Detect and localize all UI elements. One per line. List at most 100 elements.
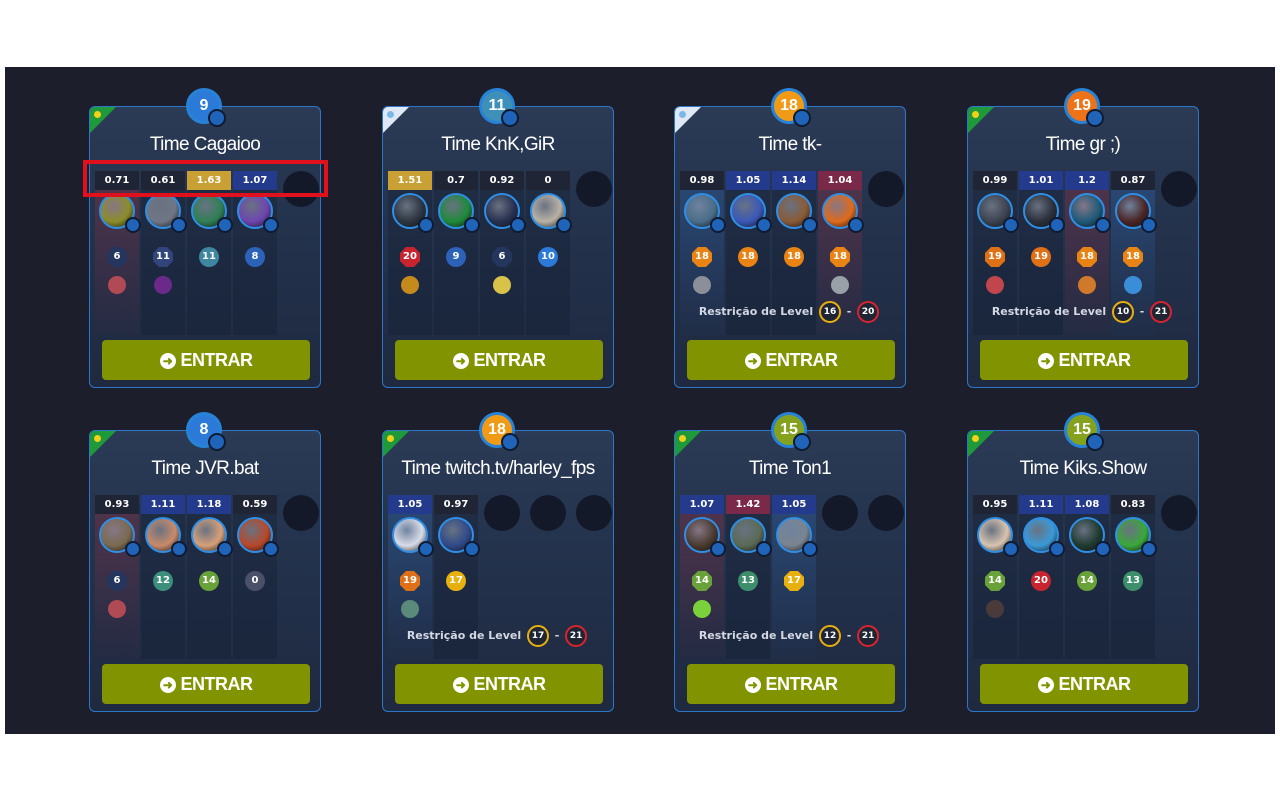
- verified-icon: [464, 541, 480, 557]
- player-slot[interactable]: 0.95 14: [973, 495, 1019, 659]
- player-kd-score: 1.05: [388, 495, 432, 514]
- player-level-icon: 13: [1123, 571, 1143, 591]
- player-slot[interactable]: 1.51 20: [388, 171, 434, 335]
- verified-icon: [848, 217, 864, 233]
- player-kd-score: 0.95: [973, 495, 1017, 514]
- enter-button[interactable]: ➜ ENTRAR: [102, 664, 310, 704]
- player-kd-score: 1.18: [187, 495, 231, 514]
- verified-icon: [1086, 433, 1104, 451]
- empty-slot[interactable]: [530, 495, 566, 531]
- team-card: 19 Time gr ;) 0.99 19 1.01 19 1.2 18 0.87 18 Restr…: [967, 88, 1199, 388]
- player-level-icon: 6: [107, 247, 127, 267]
- verified-icon: [263, 217, 279, 233]
- enter-button[interactable]: ➜ ENTRAR: [395, 664, 603, 704]
- dash: -: [1135, 305, 1149, 318]
- player-kd-score: 0.93: [95, 495, 139, 514]
- level-restriction: Restrição de Level 17 - 21: [383, 625, 613, 647]
- player-slot[interactable]: 1.18 14: [187, 495, 233, 659]
- player-level-icon: 18: [692, 247, 712, 267]
- enter-button[interactable]: ➜ ENTRAR: [980, 664, 1188, 704]
- player-kd-score: 0.83: [1111, 495, 1155, 514]
- player-level-icon: 14: [692, 571, 712, 591]
- verified-icon: [217, 217, 233, 233]
- arrow-circle-right-icon: ➜: [452, 353, 469, 369]
- player-slot[interactable]: 0.92 6: [480, 171, 526, 335]
- empty-slot[interactable]: [868, 171, 904, 207]
- enter-button-label: ENTRAR: [180, 674, 254, 694]
- max-level-icon: 21: [857, 625, 880, 647]
- player-kd-score: 1.42: [726, 495, 770, 514]
- empty-slot[interactable]: [868, 495, 904, 531]
- empty-slot[interactable]: [576, 171, 612, 207]
- verified-icon: [793, 433, 811, 451]
- player-kd-score: 1.2: [1065, 171, 1109, 190]
- empty-slot[interactable]: [283, 495, 319, 531]
- player-kd-score: 1.14: [772, 171, 816, 190]
- player-kd-score: 0.98: [680, 171, 724, 190]
- player-slot[interactable]: 1.08 14: [1065, 495, 1111, 659]
- player-slot[interactable]: 0 10: [526, 171, 572, 335]
- empty-slot[interactable]: [484, 495, 520, 531]
- player-kd-score: 0.97: [434, 495, 478, 514]
- enter-button-label: ENTRAR: [473, 674, 547, 694]
- team-title: Time twitch.tv/harley_fps: [401, 458, 595, 479]
- arrow-circle-right-icon: ➜: [744, 353, 761, 369]
- player-level-icon: 19: [985, 247, 1005, 267]
- player-slot[interactable]: 1.11 20: [1019, 495, 1065, 659]
- flag-shape: [675, 431, 701, 457]
- verified-icon: [1141, 217, 1157, 233]
- empty-slot[interactable]: [576, 495, 612, 531]
- player-medal-icon: [831, 276, 849, 294]
- flag-center: [972, 111, 979, 118]
- min-level-icon: 16: [818, 301, 841, 323]
- enter-button[interactable]: ➜ ENTRAR: [687, 664, 895, 704]
- verified-icon: [464, 217, 480, 233]
- player-slot[interactable]: 1.11 12: [141, 495, 187, 659]
- player-level-icon: 19: [1031, 247, 1051, 267]
- player-level-icon: 6: [107, 571, 127, 591]
- verified-icon: [171, 217, 187, 233]
- player-medal-icon: [401, 276, 419, 294]
- enter-button[interactable]: ➜ ENTRAR: [102, 340, 310, 380]
- empty-slot[interactable]: [1161, 171, 1197, 207]
- player-slot[interactable]: 0.59 0: [233, 495, 279, 659]
- player-level-icon: 10: [538, 247, 558, 267]
- player-kd-score: 1.04: [818, 171, 862, 190]
- player-slot[interactable]: 0.83 13: [1111, 495, 1157, 659]
- flag-center: [679, 111, 686, 118]
- level-restriction: Restrição de Level 16 - 20: [675, 301, 905, 323]
- arrow-circle-right-icon: ➜: [159, 677, 176, 693]
- verified-icon: [217, 541, 233, 557]
- empty-slot[interactable]: [822, 495, 858, 531]
- player-level-icon: 20: [400, 247, 420, 267]
- team-card: 9 Time Cagaioo 0.71 6 0.61 11 1.63 11 1.07 8 ➜ ENTR…: [89, 88, 321, 388]
- verified-icon: [1003, 541, 1019, 557]
- max-level-icon: 21: [565, 625, 588, 647]
- team-card: 18 Time tk- 0.98 18 1.05 18 1.14 18 1.04 18 Restri…: [674, 88, 906, 388]
- team-level-badge: 19: [1064, 88, 1104, 127]
- team-level-badge: 18: [771, 88, 811, 127]
- player-slot[interactable]: 0.93 6: [95, 495, 141, 659]
- player-kd-score: 1.05: [772, 495, 816, 514]
- team-title: Time Cagaioo: [149, 134, 261, 155]
- player-medal-icon: [108, 600, 126, 618]
- verified-icon: [710, 217, 726, 233]
- enter-button[interactable]: ➜ ENTRAR: [687, 340, 895, 380]
- country-flag-icon: [383, 431, 409, 457]
- empty-slot[interactable]: [1161, 495, 1197, 531]
- enter-button[interactable]: ➜ ENTRAR: [395, 340, 603, 380]
- enter-button-label: ENTRAR: [765, 674, 839, 694]
- player-level-icon: 14: [1077, 571, 1097, 591]
- team-level-value: 8: [199, 421, 209, 438]
- player-level-icon: 19: [400, 571, 420, 591]
- enter-button[interactable]: ➜ ENTRAR: [980, 340, 1188, 380]
- max-level-icon: 21: [1150, 301, 1173, 323]
- player-medal-icon: [493, 276, 511, 294]
- level-restriction-label: Restrição de Level: [406, 629, 525, 642]
- player-slot[interactable]: 0.7 9: [434, 171, 480, 335]
- player-level-icon: 18: [1077, 247, 1097, 267]
- team-level-badge: 8: [186, 412, 226, 451]
- verified-icon: [1049, 541, 1065, 557]
- verified-icon: [501, 109, 519, 127]
- dash: -: [550, 629, 564, 642]
